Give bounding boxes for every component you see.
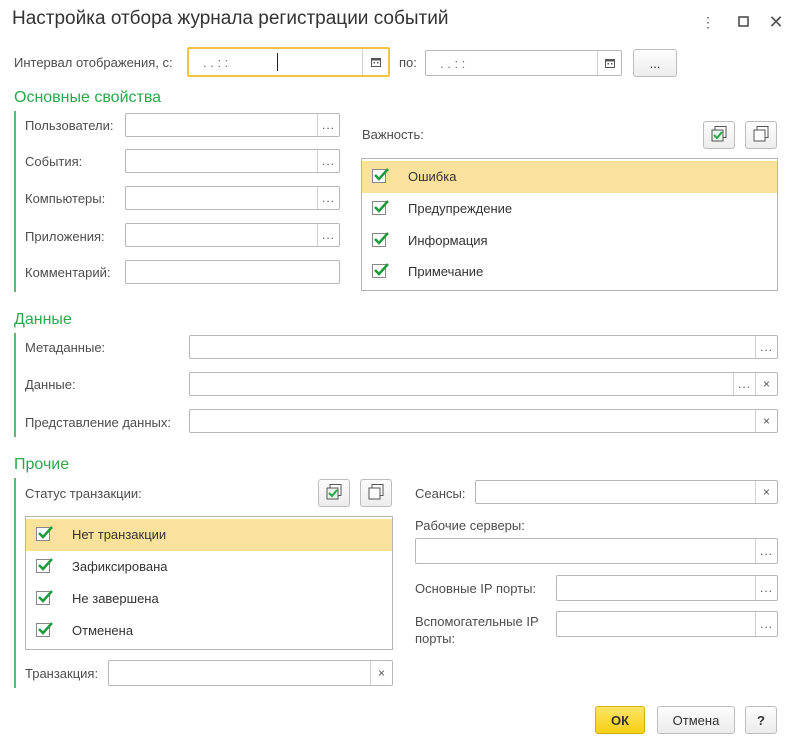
list-item[interactable]: Примечание (362, 256, 777, 288)
checkbox[interactable] (372, 200, 389, 215)
text-cursor (277, 53, 278, 71)
data-label: Данные: (25, 377, 76, 392)
interval-label: Интервал отображения, с: (14, 55, 173, 70)
calendar-icon[interactable] (597, 51, 621, 75)
data-clear-button[interactable]: × (755, 373, 777, 395)
checkbox[interactable] (372, 168, 389, 183)
interval-to-label: по: (399, 55, 417, 70)
uncheck-all-icon (367, 483, 385, 504)
events-label: События: (25, 154, 83, 169)
work-servers-select-button[interactable]: ... (755, 539, 777, 563)
list-item[interactable]: Предупреждение (362, 193, 777, 225)
interval-to-value: . . : : (440, 56, 466, 71)
interval-from-field[interactable]: . . : : (187, 47, 390, 77)
checkbox[interactable] (36, 526, 53, 541)
list-item-label: Зафиксирована (72, 559, 168, 574)
list-item-label: Нет транзакции (72, 527, 167, 542)
list-item-label: Примечание (408, 264, 484, 279)
comment-field[interactable] (125, 260, 340, 284)
section-line (14, 111, 16, 292)
aux-ports-label-line1: Вспомогательные IP (415, 614, 539, 629)
computers-field[interactable]: ... (125, 186, 340, 210)
more-vertical-icon[interactable]: ⋮ (698, 12, 718, 32)
period-select-button[interactable]: ... (633, 49, 677, 77)
uncheck-all-button[interactable] (745, 121, 777, 149)
metadata-label: Метаданные: (25, 340, 106, 355)
metadata-select-button[interactable]: ... (755, 336, 777, 358)
aux-ports-select-button[interactable]: ... (755, 612, 777, 636)
presentation-field[interactable]: × (189, 409, 778, 433)
users-field[interactable]: ... (125, 113, 340, 137)
transaction-clear-button[interactable]: × (370, 661, 392, 685)
apps-select-button[interactable]: ... (317, 224, 339, 246)
list-item[interactable]: Зафиксирована (26, 551, 392, 583)
main-ports-field[interactable]: ... (556, 575, 778, 601)
tx-uncheck-all-button[interactable] (360, 479, 392, 507)
list-item-label: Не завершена (72, 591, 159, 606)
computers-select-button[interactable]: ... (317, 187, 339, 209)
list-item[interactable]: Нет транзакции (26, 519, 392, 551)
data-section-title: Данные (14, 311, 72, 328)
list-item[interactable]: Не завершена (26, 583, 392, 615)
other-section-title: Прочие (14, 456, 70, 473)
check-all-button[interactable] (703, 121, 735, 149)
tx-status-list[interactable]: Нет транзакции Зафиксирована Не завершен… (25, 516, 393, 650)
ok-button[interactable]: ОК (595, 706, 645, 734)
check-all-icon (710, 125, 728, 146)
tx-status-label: Статус транзакции: (25, 486, 142, 501)
checkbox[interactable] (372, 232, 389, 247)
check-all-icon (325, 483, 343, 504)
cancel-button[interactable]: Отмена (657, 706, 735, 734)
maximize-icon[interactable] (733, 12, 753, 32)
work-servers-field[interactable]: ... (415, 538, 778, 564)
transaction-field[interactable]: × (108, 660, 393, 686)
computers-label: Компьютеры: (25, 191, 106, 206)
aux-ports-field[interactable]: ... (556, 611, 778, 637)
window-title: Настройка отбора журнала регистрации соб… (12, 8, 449, 29)
sessions-label: Сеансы: (415, 486, 466, 501)
events-select-button[interactable]: ... (317, 150, 339, 172)
metadata-field[interactable]: ... (189, 335, 778, 359)
list-item-label: Ошибка (408, 169, 457, 184)
main-props-title: Основные свойства (14, 89, 162, 106)
data-field[interactable]: ... × (189, 372, 778, 396)
list-item[interactable]: Ошибка (362, 161, 777, 193)
checkbox[interactable] (372, 263, 389, 278)
checkbox[interactable] (36, 590, 53, 605)
tx-check-all-button[interactable] (318, 479, 350, 507)
interval-from-value: . . : : (203, 55, 229, 70)
list-item-label: Информация (408, 233, 488, 248)
list-item-label: Отменена (72, 623, 134, 638)
calendar-icon[interactable] (362, 49, 388, 75)
comment-label: Комментарий: (25, 265, 111, 280)
main-ports-select-button[interactable]: ... (755, 576, 777, 600)
apps-field[interactable]: ... (125, 223, 340, 247)
transaction-label: Транзакция: (25, 666, 99, 681)
presentation-label: Представление данных: (25, 415, 171, 430)
main-ports-label: Основные IP порты: (415, 581, 537, 596)
users-label: Пользователи: (25, 118, 114, 133)
list-item[interactable]: Отменена (26, 615, 392, 647)
data-select-button[interactable]: ... (733, 373, 755, 395)
sessions-field[interactable]: × (475, 480, 778, 504)
users-select-button[interactable]: ... (317, 114, 339, 136)
close-icon[interactable]: ✕ (766, 12, 786, 32)
section-line (14, 478, 16, 688)
checkbox[interactable] (36, 622, 53, 637)
section-line (14, 333, 16, 437)
importance-label: Важность: (362, 127, 424, 142)
interval-to-field[interactable]: . . : : (425, 50, 622, 76)
help-button[interactable]: ? (745, 706, 777, 734)
uncheck-all-icon (752, 125, 770, 146)
sessions-clear-button[interactable]: × (755, 481, 777, 503)
work-servers-label: Рабочие серверы: (415, 518, 525, 533)
importance-list[interactable]: Ошибка Предупреждение Информация Примеча… (361, 158, 778, 291)
aux-ports-label-line2: порты: (415, 631, 456, 646)
list-item[interactable]: Информация (362, 225, 777, 257)
presentation-clear-button[interactable]: × (755, 410, 777, 432)
list-item-label: Предупреждение (408, 201, 513, 216)
apps-label: Приложения: (25, 229, 105, 244)
events-field[interactable]: ... (125, 149, 340, 173)
checkbox[interactable] (36, 558, 53, 573)
